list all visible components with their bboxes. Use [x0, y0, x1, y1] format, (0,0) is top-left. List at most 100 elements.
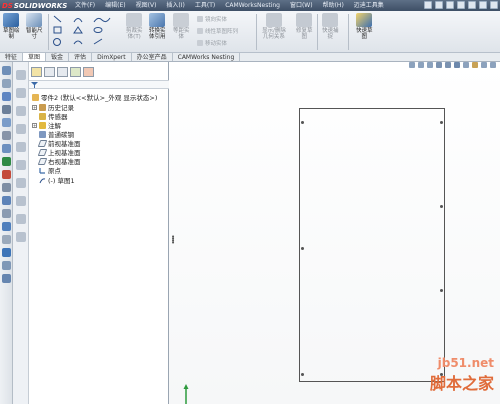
- tab-office-products[interactable]: 办公室产品: [132, 53, 173, 61]
- strip-icon[interactable]: [2, 183, 11, 192]
- menu-camworks-nesting[interactable]: CAMWorksNesting: [220, 0, 285, 11]
- menu-insert[interactable]: 插入(I): [161, 0, 189, 11]
- convert-entities-button[interactable]: 转换实 体引用: [149, 13, 166, 40]
- smart-dimension-button[interactable]: 智能尺 寸: [26, 13, 43, 40]
- options-icon[interactable]: [479, 1, 487, 9]
- section-view-icon[interactable]: [436, 62, 442, 68]
- tab-sheet-metal[interactable]: 钣金: [46, 53, 70, 61]
- sketch-tool-side-icon[interactable]: [16, 70, 26, 80]
- solidworks-logo[interactable]: DS SOLIDWORKS: [0, 2, 70, 10]
- tree-root-part[interactable]: 零件2 (默认<<默认>_外观 显示状态>): [32, 92, 157, 102]
- strip-icon[interactable]: [2, 131, 11, 140]
- tree-node-sketch1[interactable]: (-) 草图1: [32, 175, 75, 185]
- tab-dimxpert[interactable]: DimXpert: [92, 53, 132, 61]
- strip-icon[interactable]: [2, 170, 11, 179]
- menu-maidi-tools[interactable]: 迈迪工具集: [349, 0, 389, 11]
- sketch-point[interactable]: [301, 121, 304, 124]
- menu-file[interactable]: 文件(F): [70, 0, 100, 11]
- sketch-tool-side-icon[interactable]: [16, 196, 26, 206]
- menu-tools[interactable]: 工具(T): [190, 0, 220, 11]
- sketch-point[interactable]: [440, 205, 443, 208]
- sketch-rectangle[interactable]: [299, 108, 445, 382]
- previous-view-icon[interactable]: [427, 62, 433, 68]
- tab-evaluate[interactable]: 评估: [69, 53, 93, 61]
- display-style-icon[interactable]: [454, 62, 460, 68]
- expand-icon[interactable]: +: [32, 104, 37, 110]
- tree-node-origin[interactable]: 原点: [32, 165, 61, 175]
- sketch-tool-side-icon[interactable]: [16, 214, 26, 224]
- help-icon[interactable]: [490, 1, 498, 9]
- linear-pattern-button[interactable]: 线性草图阵列: [197, 27, 238, 35]
- sketch-tool-side-icon[interactable]: [16, 88, 26, 98]
- ribbon-separator: [317, 14, 318, 50]
- print-icon[interactable]: [457, 1, 465, 9]
- strip-icon[interactable]: [2, 144, 11, 153]
- repair-sketch-button[interactable]: 修复草 图: [296, 13, 313, 40]
- menu-view[interactable]: 视图(V): [131, 0, 162, 11]
- quick-snaps-label: 快速捕 捉: [322, 28, 339, 40]
- sketch-tool-side-icon[interactable]: [16, 142, 26, 152]
- menu-edit[interactable]: 编辑(E): [100, 0, 130, 11]
- sketch-tool-side-icon[interactable]: [16, 178, 26, 188]
- menu-window[interactable]: 窗口(W): [285, 0, 318, 11]
- tab-camworks-nesting[interactable]: CAMWorks Nesting: [173, 53, 241, 61]
- strip-icon[interactable]: [2, 118, 11, 127]
- undo-icon[interactable]: [468, 1, 476, 9]
- strip-icon[interactable]: [2, 66, 11, 75]
- origin-triad-icon: [183, 384, 189, 404]
- zoom-area-icon[interactable]: [418, 62, 424, 68]
- new-icon[interactable]: [424, 1, 432, 9]
- strip-icon[interactable]: [2, 261, 11, 270]
- view-orientation-icon[interactable]: [445, 62, 451, 68]
- menu-help[interactable]: 帮助(H): [318, 0, 349, 11]
- featuremanager-tab-icon[interactable]: [31, 67, 42, 77]
- trim-entities-button[interactable]: 剪裁实 体(T): [126, 13, 143, 40]
- sketch-tool-side-icon[interactable]: [16, 232, 26, 242]
- view-settings-icon[interactable]: [490, 62, 496, 68]
- hide-show-icon[interactable]: [463, 62, 469, 68]
- sketch-point[interactable]: [301, 247, 304, 250]
- save-icon[interactable]: [446, 1, 454, 9]
- origin-icon: [39, 167, 45, 174]
- strip-icon[interactable]: [2, 79, 11, 88]
- exit-sketch-button[interactable]: 草图绘 制: [3, 13, 20, 40]
- strip-icon[interactable]: [2, 92, 11, 101]
- move-entities-button[interactable]: 移动实体: [197, 39, 227, 47]
- sketch-point[interactable]: [440, 121, 443, 124]
- circle-tool-icon: [53, 38, 61, 46]
- mirror-icon: [197, 16, 203, 22]
- open-icon[interactable]: [435, 1, 443, 9]
- sketch-tool-side-icon[interactable]: [16, 106, 26, 116]
- display-relations-button[interactable]: 显示/删除 几何关系: [262, 13, 286, 40]
- tab-features[interactable]: 特征: [0, 53, 24, 61]
- scene-icon[interactable]: [481, 62, 487, 68]
- strip-icon[interactable]: [2, 196, 11, 205]
- quick-snaps-button[interactable]: 快速捕 捉: [322, 13, 339, 40]
- strip-icon[interactable]: [2, 209, 11, 218]
- sketch-point[interactable]: [440, 289, 443, 292]
- strip-icon[interactable]: [2, 105, 11, 114]
- strip-icon[interactable]: [2, 235, 11, 244]
- rapid-sketch-button[interactable]: 快速草 图: [356, 13, 373, 40]
- offset-entities-button[interactable]: 等距实 体: [173, 13, 190, 40]
- appearance-tab-icon[interactable]: [83, 67, 94, 77]
- strip-icon[interactable]: [2, 157, 11, 166]
- graphics-area[interactable]: • • • • jb51.net 脚本之家: [169, 62, 500, 404]
- dimxpert-tab-icon[interactable]: [70, 67, 81, 77]
- tab-sketch[interactable]: 草图: [23, 53, 47, 61]
- sketch-tool-side-icon[interactable]: [16, 124, 26, 134]
- mirror-entities-button[interactable]: 镜向实体: [197, 15, 227, 23]
- expand-icon[interactable]: +: [32, 122, 37, 128]
- strip-icon[interactable]: [2, 222, 11, 231]
- appearance-icon[interactable]: [472, 62, 478, 68]
- strip-icon[interactable]: [2, 274, 11, 283]
- tree-filter[interactable]: [29, 80, 169, 89]
- propertymanager-tab-icon[interactable]: [44, 67, 55, 77]
- sketch-point[interactable]: [301, 373, 304, 376]
- zoom-to-fit-icon[interactable]: [409, 62, 415, 68]
- smart-dimension-icon: [26, 13, 43, 27]
- panel-collapse-handle[interactable]: • • • •: [171, 234, 175, 247]
- configurationmanager-tab-icon[interactable]: [57, 67, 68, 77]
- strip-icon[interactable]: [2, 248, 11, 257]
- sketch-tool-side-icon[interactable]: [16, 160, 26, 170]
